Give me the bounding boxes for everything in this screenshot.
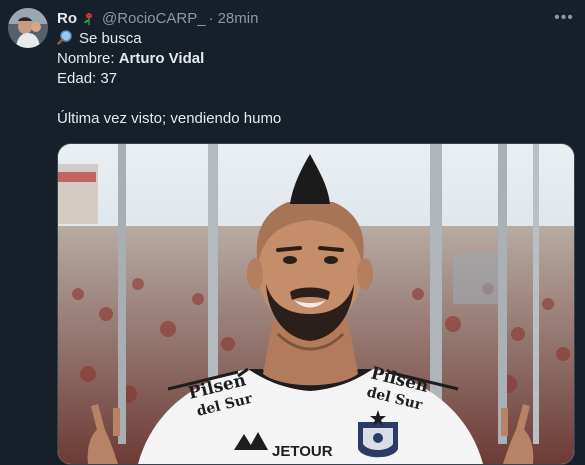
text-line: Nombre: Arturo Vidal [57, 49, 567, 69]
rose-icon [82, 10, 96, 26]
text-line: Última vez visto; vendiendo humo [57, 109, 567, 129]
tweet-text: Se busca Nombre: Arturo Vidal Edad: 37 Ú… [57, 29, 567, 129]
timestamp[interactable]: 28min [218, 10, 259, 27]
tweet-media-image[interactable]: Pilsen del Sur Pilsen del Sur JETOUR [57, 143, 575, 465]
text-nombre-label: Nombre: [57, 50, 119, 67]
text-nombre-value: Arturo Vidal [118, 50, 205, 67]
author-handle[interactable]: @RocioCARP_ [102, 10, 206, 27]
photo-player: Pilsen del Sur Pilsen del Sur JETOUR [58, 144, 574, 464]
avatar-image [8, 8, 48, 48]
text-se-busca: Se busca [79, 30, 142, 47]
text-line: Edad: 37 [57, 69, 567, 89]
more-icon[interactable]: ••• [553, 7, 575, 29]
text-line: Se busca [57, 29, 567, 49]
tweet-header: Ro @RocioCARP_ · 28min [57, 8, 575, 28]
separator: · [208, 9, 214, 27]
avatar[interactable] [8, 8, 48, 48]
text-last-seen: Última vez visto; vendiendo humo [57, 110, 282, 127]
text-edad: Edad: 37 [57, 70, 118, 87]
tweet-card[interactable]: Ro @RocioCARP_ · 28min ••• Se busca Nomb… [0, 0, 585, 465]
author-name[interactable]: Ro [57, 10, 77, 27]
magnifying-glass-icon [57, 29, 73, 45]
